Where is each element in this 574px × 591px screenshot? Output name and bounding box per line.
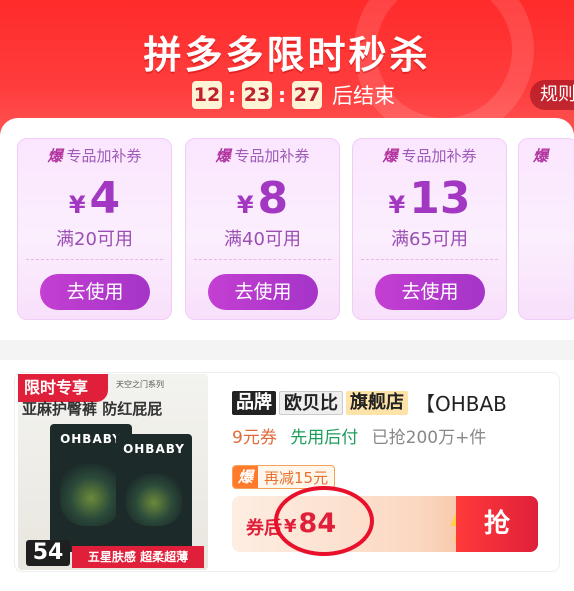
product-series: 天空之门系列 — [116, 380, 164, 389]
coupon-card[interactable]: 爆专品加补券 ¥8 满40可用 去使用 — [185, 138, 340, 320]
countdown-suffix: 后结束 — [332, 84, 395, 108]
coupon-divider — [361, 259, 498, 260]
countdown-separator: : — [228, 83, 236, 107]
sold-count: 已抢200万+件 — [371, 428, 487, 448]
coupon-condition: 满65可用 — [391, 229, 468, 250]
coupon-value: 13 — [409, 173, 471, 224]
coupon-tag-text: 专品加补券 — [401, 147, 477, 165]
package-art — [126, 474, 182, 526]
currency-symbol: ¥ — [236, 191, 254, 219]
countdown-hours: 12 — [192, 81, 222, 109]
product-tags: 9元券 先用后付 已抢200万+件 — [232, 423, 486, 448]
coupon-tag: 9元券 — [232, 428, 277, 448]
highlight-circle — [274, 486, 374, 556]
product-package: OHBABY — [116, 434, 192, 552]
coupon-condition: 满20可用 — [56, 229, 133, 250]
coupon-tag-text: 专品加补券 — [234, 147, 310, 165]
hot-icon: 爆 — [382, 147, 398, 165]
coupon-tag: 爆 — [519, 145, 574, 166]
use-coupon-button[interactable]: 去使用 — [208, 274, 318, 310]
coupon-amount: ¥8 — [186, 173, 339, 224]
package-art — [60, 464, 122, 526]
coupon-card[interactable]: 爆专品加补券 ¥4 满20可用 去使用 — [17, 138, 172, 320]
page-title: 拼多多限时秒杀 — [143, 33, 431, 77]
hot-icon: 爆 — [533, 147, 549, 165]
flagship-chip: 旗舰店 — [346, 390, 408, 415]
grab-button[interactable]: 抢 — [456, 496, 538, 552]
coupon-tag: 爆专品加补券 — [186, 145, 339, 166]
coupon-amount: ¥13 — [353, 173, 506, 224]
brand-chip: 品牌 — [232, 390, 276, 415]
countdown-seconds: 27 — [292, 81, 322, 109]
product-title[interactable]: 【OHBAB — [415, 388, 507, 417]
image-footer: 五星肤感 超柔超薄 — [72, 546, 204, 568]
package-brand: OHBABY — [123, 442, 185, 456]
countdown-minutes: 23 — [242, 81, 272, 109]
rules-button[interactable]: 规则 — [530, 80, 574, 110]
use-coupon-button[interactable]: 去使用 — [40, 274, 150, 310]
coupon-tag: 爆专品加补券 — [18, 145, 171, 166]
coupon-card-partial[interactable]: 爆 — [518, 138, 574, 320]
coupon-tag: 爆专品加补券 — [353, 145, 506, 166]
section-divider — [0, 340, 574, 360]
use-coupon-button[interactable]: 去使用 — [375, 274, 485, 310]
countdown-timer: 12 : 23 : 27 后结束 — [192, 80, 395, 110]
coupon-tag-text: 专品加补券 — [66, 147, 142, 165]
product-slogan: 亚麻护臀裤 防红屁屁 — [22, 400, 163, 418]
coupon-condition: 满40可用 — [224, 229, 301, 250]
extra-discount-text: 再减15元 — [264, 468, 329, 487]
coupon-divider — [194, 259, 331, 260]
brand-name-chip: 欧贝比 — [279, 390, 343, 415]
coupon-value: 8 — [257, 173, 289, 224]
coupon-card[interactable]: 爆专品加补券 ¥13 满65可用 去使用 — [352, 138, 507, 320]
pay-later-tag: 先用后付 — [290, 428, 359, 448]
countdown-separator: : — [278, 83, 286, 107]
coupon-amount: ¥4 — [18, 173, 171, 224]
coupon-divider — [26, 259, 163, 260]
hot-icon: 爆 — [233, 466, 259, 488]
coupon-value: 4 — [89, 173, 121, 224]
currency-symbol: ¥ — [68, 191, 86, 219]
hot-icon: 爆 — [47, 147, 63, 165]
image-price: 54 — [26, 540, 70, 566]
currency-symbol: ¥ — [388, 191, 406, 219]
hot-icon: 爆 — [215, 147, 231, 165]
brand-row: 品牌 欧贝比 旗舰店 【OHBAB — [232, 388, 507, 417]
